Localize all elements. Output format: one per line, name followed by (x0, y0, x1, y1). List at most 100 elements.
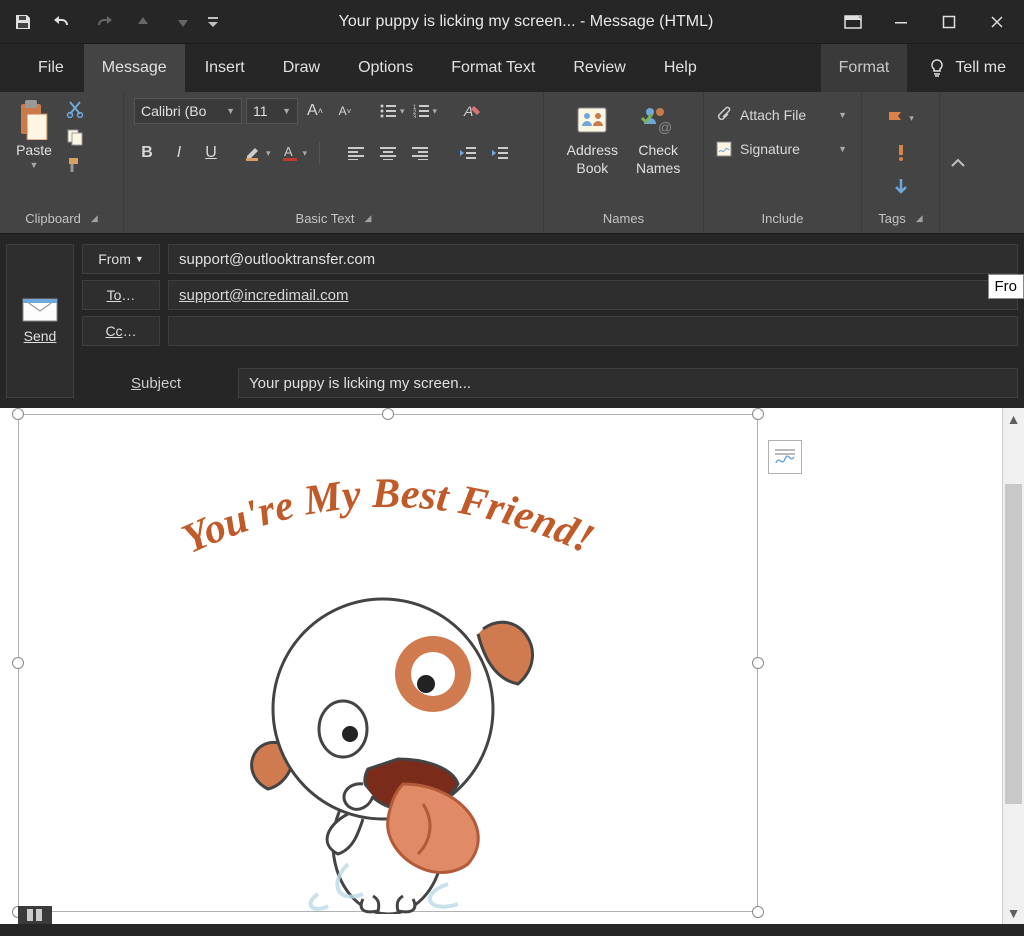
cc-button[interactable]: Cc… (82, 316, 160, 346)
window-controls (830, 0, 1020, 44)
bullets-button[interactable] (378, 98, 407, 124)
save-button[interactable] (4, 3, 42, 41)
tags-launcher-icon[interactable]: ◢ (916, 213, 923, 224)
minimize-button[interactable] (878, 0, 924, 44)
layout-options-button[interactable] (768, 440, 802, 474)
scroll-thumb[interactable] (1005, 484, 1022, 804)
underline-button[interactable]: U (198, 140, 224, 166)
clipped-from-label: Fro (988, 274, 1024, 299)
message-body[interactable]: You're My Best Friend! (0, 408, 1024, 924)
redo-button[interactable] (84, 3, 122, 41)
resize-handle-n[interactable] (382, 408, 394, 420)
tab-help[interactable]: Help (646, 44, 715, 92)
subject-field[interactable]: Your puppy is licking my screen... (238, 368, 1018, 398)
resize-handle-se[interactable] (752, 906, 764, 918)
next-item-button[interactable] (164, 3, 202, 41)
increase-indent-button[interactable] (487, 140, 513, 166)
check-names-button[interactable]: @ Check Names (632, 98, 684, 178)
window-title: Your puppy is licking my screen... - Mes… (222, 13, 830, 31)
low-importance-button[interactable] (888, 174, 914, 200)
italic-button[interactable]: I (166, 140, 192, 166)
from-button[interactable]: From▼ (82, 244, 160, 274)
lightbulb-icon (927, 58, 947, 78)
align-right-button[interactable] (407, 140, 433, 166)
highlight-button[interactable] (242, 140, 273, 166)
clipboard-paste-icon (14, 100, 54, 140)
format-painter-button[interactable] (64, 154, 86, 176)
address-book-icon (572, 100, 612, 140)
grow-font-button[interactable]: A˄ (302, 98, 328, 124)
resize-handle-ne[interactable] (752, 408, 764, 420)
numbering-button[interactable]: 123 (411, 98, 440, 124)
tab-format-context[interactable]: Format (821, 44, 908, 92)
puppy-image (198, 534, 578, 914)
status-bar-stub (18, 906, 52, 924)
scroll-up-button[interactable]: ▲ (1003, 408, 1024, 430)
clipboard-launcher-icon[interactable]: ◢ (91, 213, 98, 224)
image-selection[interactable]: You're My Best Friend! (18, 414, 758, 912)
attach-file-button[interactable]: Attach File ▼ (714, 102, 851, 128)
envelope-icon (22, 298, 58, 322)
group-include-label: Include (762, 211, 804, 226)
group-clipboard: Paste ▼ Clipboard ◢ (0, 92, 124, 233)
ribbon-display-options-button[interactable] (830, 0, 876, 44)
shrink-font-button[interactable]: A˅ (332, 98, 358, 124)
svg-text:A: A (284, 144, 293, 159)
tab-message[interactable]: Message (84, 44, 185, 92)
tab-file[interactable]: File (20, 44, 82, 92)
font-size-combo[interactable]: 11▼ (246, 98, 298, 124)
scroll-track[interactable] (1003, 430, 1024, 902)
tab-format-text[interactable]: Format Text (433, 44, 553, 92)
basic-text-launcher-icon[interactable]: ◢ (365, 213, 372, 224)
svg-text:@: @ (658, 119, 672, 135)
from-field[interactable]: support@outlooktransfer.com (168, 244, 1018, 274)
customize-qat-button[interactable] (204, 3, 222, 41)
maximize-button[interactable] (926, 0, 972, 44)
send-button[interactable]: Send (6, 244, 74, 398)
send-label: Send (24, 328, 57, 344)
quick-access-toolbar (4, 3, 222, 41)
subject-label: Subject (82, 375, 230, 392)
message-header: Send From▼ support@outlooktransfer.com T… (0, 234, 1024, 408)
font-name-combo[interactable]: Calibri (Bo▼ (134, 98, 242, 124)
ribbon: Paste ▼ Clipboard ◢ Calibri (Bo▼ 11▼ A˄ A… (0, 92, 1024, 234)
resize-handle-e[interactable] (752, 657, 764, 669)
align-left-button[interactable] (343, 140, 369, 166)
previous-item-button[interactable] (124, 3, 162, 41)
high-importance-button[interactable] (888, 140, 914, 166)
address-book-button[interactable]: Address Book (563, 98, 622, 178)
title-bar: Your puppy is licking my screen... - Mes… (0, 0, 1024, 44)
bold-button[interactable]: B (134, 140, 160, 166)
tab-options[interactable]: Options (340, 44, 431, 92)
tab-insert[interactable]: Insert (187, 44, 263, 92)
to-button[interactable]: To… (82, 280, 160, 310)
paste-button[interactable]: Paste ▼ (10, 98, 58, 172)
undo-button[interactable] (44, 3, 82, 41)
close-button[interactable] (974, 0, 1020, 44)
align-center-button[interactable] (375, 140, 401, 166)
group-basic-text-label: Basic Text (296, 211, 355, 226)
tab-draw[interactable]: Draw (265, 44, 338, 92)
group-clipboard-label: Clipboard (25, 211, 81, 226)
group-basic-text: Calibri (Bo▼ 11▼ A˄ A˅ 123 A B I U A (124, 92, 544, 233)
follow-up-button[interactable] (885, 106, 916, 132)
clear-formatting-button[interactable]: A (459, 98, 485, 124)
signature-button[interactable]: Signature ▼ (714, 136, 851, 162)
copy-button[interactable] (64, 126, 86, 148)
vertical-scrollbar[interactable]: ▲ ▼ (1002, 408, 1024, 924)
cc-field[interactable] (168, 316, 1018, 346)
tell-me-label: Tell me (955, 59, 1006, 77)
tell-me-search[interactable]: Tell me (909, 44, 1024, 92)
resize-handle-w[interactable] (12, 657, 24, 669)
cut-button[interactable] (64, 98, 86, 120)
resize-handle-nw[interactable] (12, 408, 24, 420)
svg-text:3: 3 (413, 115, 417, 118)
svg-text:A: A (463, 103, 473, 119)
font-color-button[interactable]: A (279, 140, 310, 166)
scroll-down-button[interactable]: ▼ (1003, 902, 1024, 924)
to-field[interactable]: support@incredimail.com (168, 280, 1018, 310)
decrease-indent-button[interactable] (455, 140, 481, 166)
group-names: Address Book @ Check Names Names (544, 92, 704, 233)
tab-review[interactable]: Review (555, 44, 643, 92)
collapse-ribbon-button[interactable] (940, 92, 976, 233)
